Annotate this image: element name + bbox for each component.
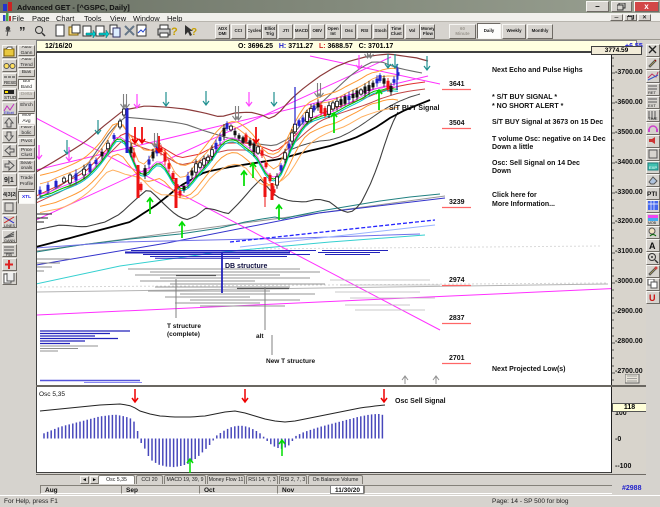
svg-text:LINES: LINES: [4, 224, 15, 228]
svg-text:Next Projected Low(s): Next Projected Low(s): [492, 366, 566, 373]
svg-text:DB structure: DB structure: [225, 263, 268, 270]
svg-text:alt: alt: [256, 333, 264, 340]
svg-text:?: ?: [191, 27, 197, 38]
svg-text:GANN: GANN: [4, 239, 15, 243]
svg-text:2701: 2701: [449, 355, 465, 362]
svg-text:3239: 3239: [449, 199, 465, 206]
svg-text:3641: 3641: [449, 81, 465, 88]
svg-text:3504: 3504: [449, 120, 465, 127]
svg-text:(complete): (complete): [167, 331, 200, 338]
svg-text:2837: 2837: [449, 315, 465, 322]
svg-text:New T structure: New T structure: [266, 358, 316, 365]
svg-text:PTI: PTI: [647, 191, 657, 198]
svg-text:* NO SHORT ALERT *: * NO SHORT ALERT *: [492, 103, 564, 110]
svg-text:Next Echo and Pulse Highs: Next Echo and Pulse Highs: [492, 67, 583, 74]
svg-text:EXT: EXT: [648, 103, 656, 108]
svg-text:”: ”: [19, 24, 26, 39]
svg-text:Osc: Sell Signal on 14 Dec: Osc: Sell Signal on 14 Dec: [492, 160, 580, 167]
svg-text:More Information...: More Information...: [492, 201, 555, 208]
svg-text:2974: 2974: [449, 277, 465, 284]
svg-text:?: ?: [171, 26, 178, 38]
svg-text:FIB: FIB: [6, 253, 12, 257]
svg-text:U: U: [649, 293, 656, 303]
svg-text:4|3|2|1: 4|3|2|1: [3, 192, 16, 198]
svg-text:Osc Sell Signal: Osc Sell Signal: [395, 398, 446, 405]
svg-text:Elliott: Elliott: [4, 110, 15, 115]
svg-text:T volume Osc: negative on 14 D: T volume Osc: negative on 14 Dec: [492, 136, 606, 143]
svg-text:EXP: EXP: [649, 165, 657, 170]
svg-text:S/T BUY Signal at 3673 on 15 D: S/T BUY Signal at 3673 on 15 Dec: [492, 119, 603, 126]
svg-text:Click here for: Click here for: [492, 192, 537, 199]
svg-text:T structure: T structure: [167, 323, 201, 330]
svg-text:RET: RET: [648, 90, 657, 95]
svg-text:MOB: MOB: [648, 221, 657, 225]
svg-text:STUDY: STUDY: [4, 95, 16, 100]
svg-text:Osc 5,35: Osc 5,35: [39, 391, 65, 398]
svg-text:9|1: 9|1: [4, 177, 14, 184]
svg-text:A: A: [649, 241, 656, 251]
svg-text:TIME: TIME: [648, 116, 658, 121]
svg-text:RESET: RESET: [4, 80, 16, 85]
svg-text:S/T BUY Signal: S/T BUY Signal: [389, 105, 439, 112]
svg-text:Down a little: Down a little: [492, 144, 533, 151]
svg-text:Down: Down: [492, 168, 511, 175]
svg-text:* S/T BUY SIGNAL *: * S/T BUY SIGNAL *: [492, 94, 557, 101]
